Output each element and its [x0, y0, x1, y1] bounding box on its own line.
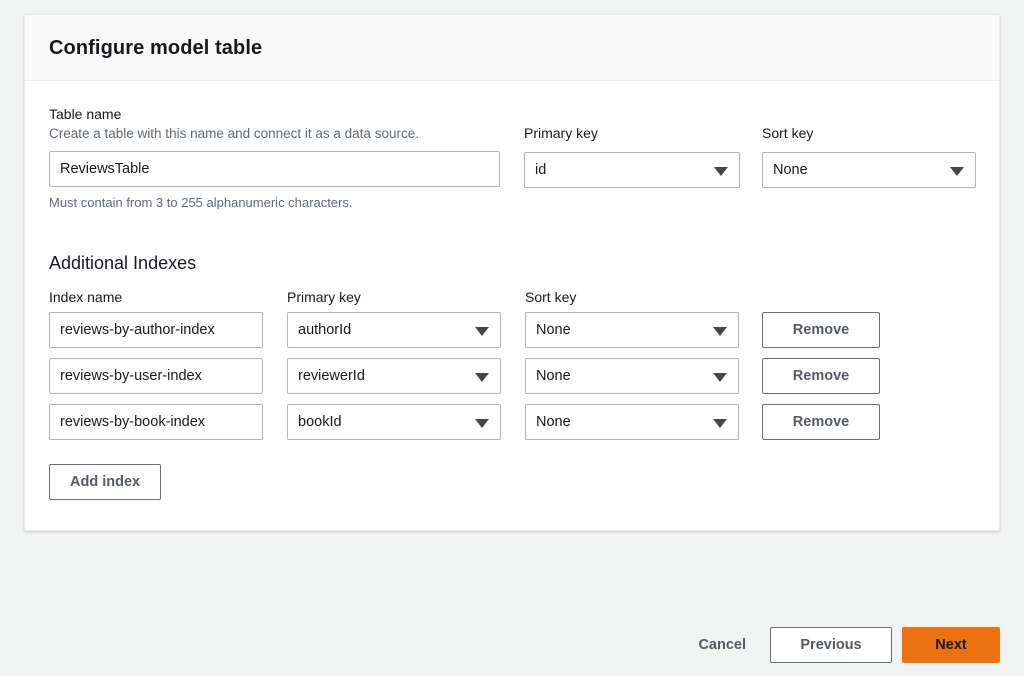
sort-key-select[interactable]: None: [762, 152, 976, 188]
additional-indexes-table: Index name Primary key Sort key: [49, 288, 975, 500]
index-primary-key-value: authorId: [298, 313, 466, 347]
chevron-down-icon: [713, 419, 727, 428]
remove-index-button[interactable]: Remove: [762, 404, 880, 440]
wizard-footer: Cancel Previous Next: [0, 614, 1024, 676]
chevron-down-icon: [950, 167, 964, 176]
index-name-input[interactable]: [49, 312, 263, 348]
primary-key-field: Primary key id: [524, 124, 740, 188]
index-name-input[interactable]: [49, 358, 263, 394]
remove-index-button[interactable]: Remove: [762, 312, 880, 348]
index-sort-key-select[interactable]: None: [525, 312, 739, 348]
card-header: Configure model table: [25, 15, 999, 81]
table-header-row: Index name Primary key Sort key: [49, 288, 975, 312]
primary-key-label: Primary key: [524, 124, 740, 142]
column-header-primary-key: Primary key: [287, 288, 501, 306]
card-body: Table name Create a table with this name…: [25, 81, 999, 530]
table-name-field: Table name Create a table with this name…: [49, 105, 500, 212]
configure-model-table-card: Configure model table Table name Create …: [24, 14, 1000, 531]
chevron-down-icon: [714, 167, 728, 176]
index-primary-key-select[interactable]: bookId: [287, 404, 501, 440]
add-index-button[interactable]: Add index: [49, 464, 161, 500]
cancel-button[interactable]: Cancel: [684, 627, 760, 663]
primary-key-value: id: [535, 153, 705, 187]
index-primary-key-value: reviewerId: [298, 359, 466, 393]
chevron-down-icon: [475, 419, 489, 428]
table-name-input[interactable]: [49, 151, 500, 187]
index-sort-key-value: None: [536, 405, 704, 439]
index-primary-key-select[interactable]: authorId: [287, 312, 501, 348]
table-row: bookId None Remove: [49, 404, 975, 450]
index-sort-key-value: None: [536, 313, 704, 347]
chevron-down-icon: [713, 373, 727, 382]
table-row: reviewerId None Remove: [49, 358, 975, 404]
table-name-hint: Must contain from 3 to 255 alphanumeric …: [49, 194, 500, 212]
index-sort-key-value: None: [536, 359, 704, 393]
table-settings-row: Table name Create a table with this name…: [49, 105, 975, 231]
table-name-label: Table name: [49, 105, 500, 123]
index-primary-key-select[interactable]: reviewerId: [287, 358, 501, 394]
additional-indexes-title: Additional Indexes: [49, 253, 975, 274]
index-sort-key-select[interactable]: None: [525, 404, 739, 440]
next-button[interactable]: Next: [902, 627, 1000, 663]
column-header-index-name: Index name: [49, 288, 263, 306]
chevron-down-icon: [475, 373, 489, 382]
table-row: authorId None Remove: [49, 312, 975, 358]
wizard-page: Configure model table Table name Create …: [0, 0, 1024, 676]
chevron-down-icon: [713, 327, 727, 336]
previous-button[interactable]: Previous: [770, 627, 892, 663]
primary-key-select[interactable]: id: [524, 152, 740, 188]
column-header-sort-key: Sort key: [525, 288, 739, 306]
chevron-down-icon: [475, 327, 489, 336]
index-primary-key-value: bookId: [298, 405, 466, 439]
remove-index-button[interactable]: Remove: [762, 358, 880, 394]
sort-key-field: Sort key None: [762, 124, 976, 188]
table-name-description: Create a table with this name and connec…: [49, 125, 500, 143]
index-name-input[interactable]: [49, 404, 263, 440]
sort-key-value: None: [773, 153, 941, 187]
sort-key-label: Sort key: [762, 124, 976, 142]
index-sort-key-select[interactable]: None: [525, 358, 739, 394]
page-title: Configure model table: [49, 37, 975, 60]
